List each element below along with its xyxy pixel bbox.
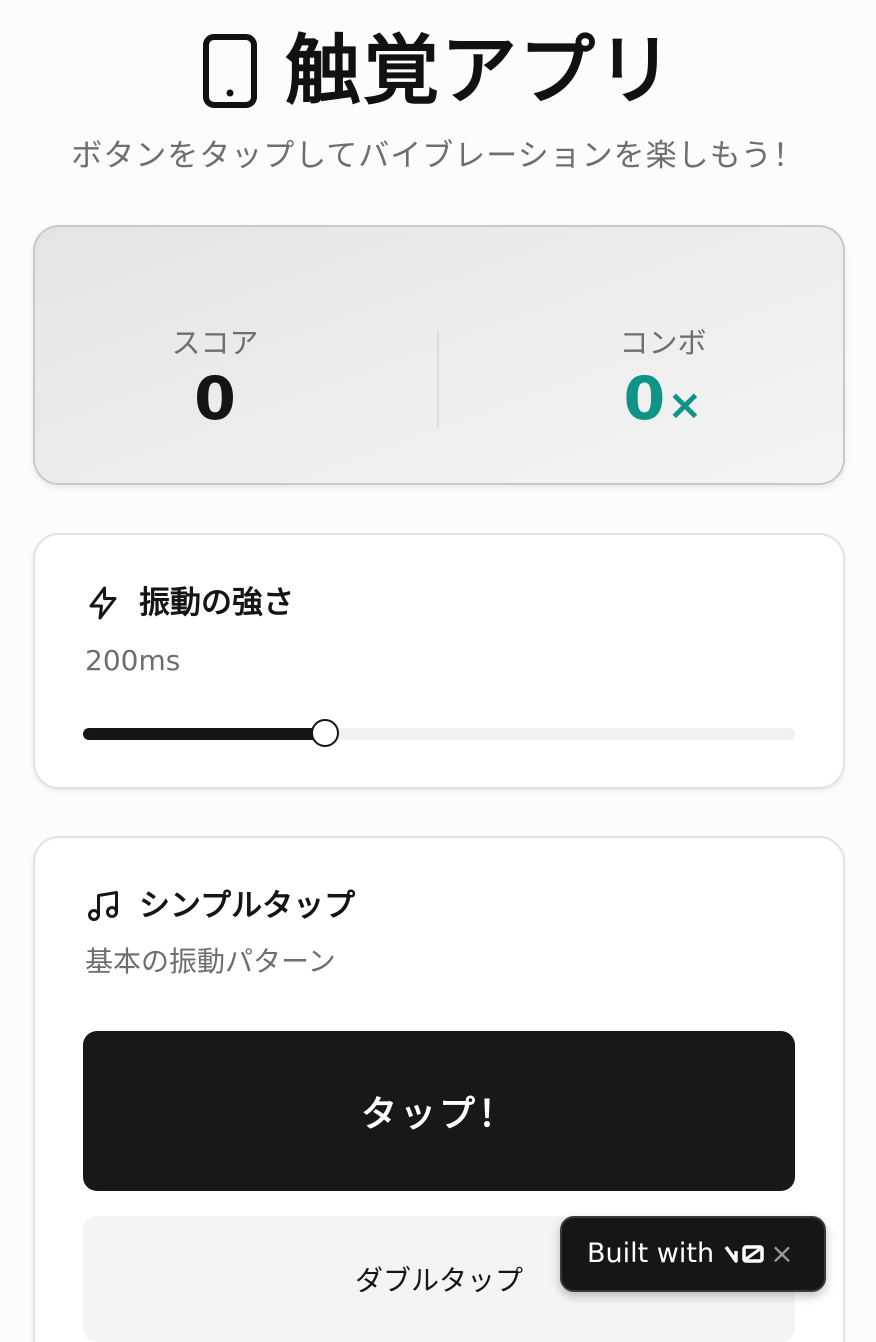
combo-multiplier: × xyxy=(667,380,703,429)
pattern-description: 基本の振動パターン xyxy=(85,945,336,978)
close-icon[interactable]: × xyxy=(768,1240,796,1268)
stats-divider xyxy=(437,331,439,427)
app-header: 触覚アプリ xyxy=(0,26,876,116)
combo-value-row: 0× xyxy=(483,363,843,441)
combo-label: コンボ xyxy=(619,326,707,360)
music-note-icon xyxy=(88,891,118,921)
pattern-header: シンプルタップ xyxy=(85,886,355,926)
score-label: スコア xyxy=(171,326,259,360)
smartphone-icon xyxy=(203,34,257,108)
intensity-title: 振動の強さ xyxy=(139,585,294,621)
app-page: 触覚アプリ ボタンをタップしてバイブレーションを楽しもう！ スコア 0 コンボ … xyxy=(0,0,876,1342)
badge-text: Built with xyxy=(587,1238,715,1269)
intensity-header: 振動の強さ xyxy=(85,583,294,623)
lightning-icon xyxy=(89,586,117,620)
slider-thumb[interactable] xyxy=(311,719,339,747)
intensity-card: 振動の強さ 200ms xyxy=(33,533,845,789)
combo-value: 0 xyxy=(623,364,666,434)
app-title: 触覚アプリ xyxy=(285,26,675,115)
built-with-badge[interactable]: Built with × xyxy=(560,1216,826,1292)
v0-logo xyxy=(724,1245,764,1263)
combo-stat: コンボ 0× xyxy=(483,323,843,441)
score-value: 0 xyxy=(194,364,236,434)
intensity-value: 200ms xyxy=(85,644,181,677)
score-panel: スコア 0 コンボ 0× xyxy=(33,225,845,485)
app-subtitle: ボタンをタップしてバイブレーションを楽しもう！ xyxy=(71,138,805,174)
slider-fill xyxy=(83,728,325,740)
score-stat: スコア 0 xyxy=(35,323,395,435)
pattern-title: シンプルタップ xyxy=(139,888,356,924)
tap-button[interactable]: タップ！ xyxy=(83,1031,795,1191)
intensity-slider[interactable] xyxy=(83,719,795,747)
